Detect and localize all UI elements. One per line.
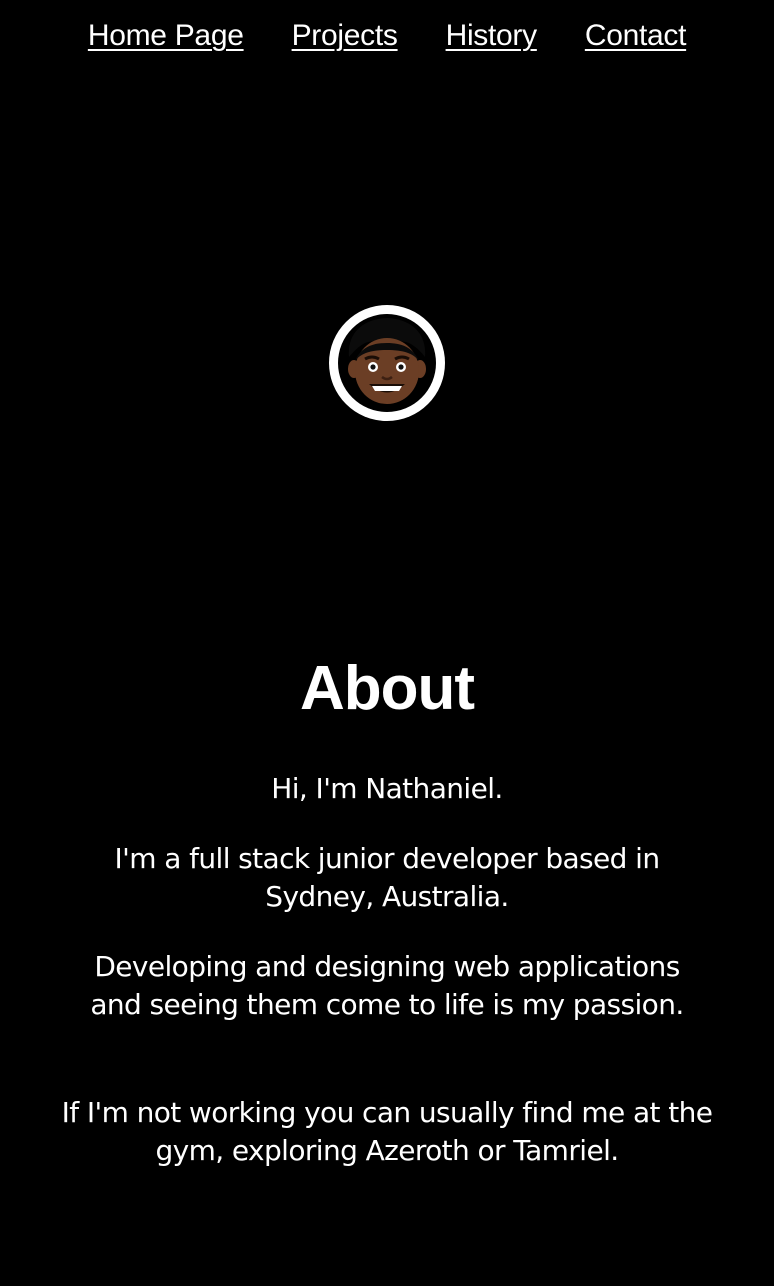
- about-paragraph-role: I'm a full stack junior developer based …: [114, 842, 661, 913]
- about-paragraph-passion: Developing and designing web application…: [90, 950, 684, 1021]
- about-paragraph-hobbies: If I'm not working you can usually find …: [61, 1096, 713, 1167]
- about-paragraph-intro: Hi, I'm Nathaniel.: [271, 772, 503, 805]
- nav-link-contact[interactable]: Contact: [585, 16, 687, 56]
- profile-avatar: [327, 303, 447, 423]
- nav-link-home-page[interactable]: Home Page: [88, 16, 244, 56]
- about-heading: About: [299, 654, 475, 723]
- about-section: About Hi, I'm Nathaniel. I'm a full stac…: [0, 650, 774, 1167]
- top-navigation: Home Page Projects History Contact: [0, 16, 774, 56]
- nav-link-history[interactable]: History: [446, 16, 538, 56]
- nav-link-projects[interactable]: Projects: [292, 16, 398, 56]
- cartoon-face-avatar-icon: [329, 305, 445, 421]
